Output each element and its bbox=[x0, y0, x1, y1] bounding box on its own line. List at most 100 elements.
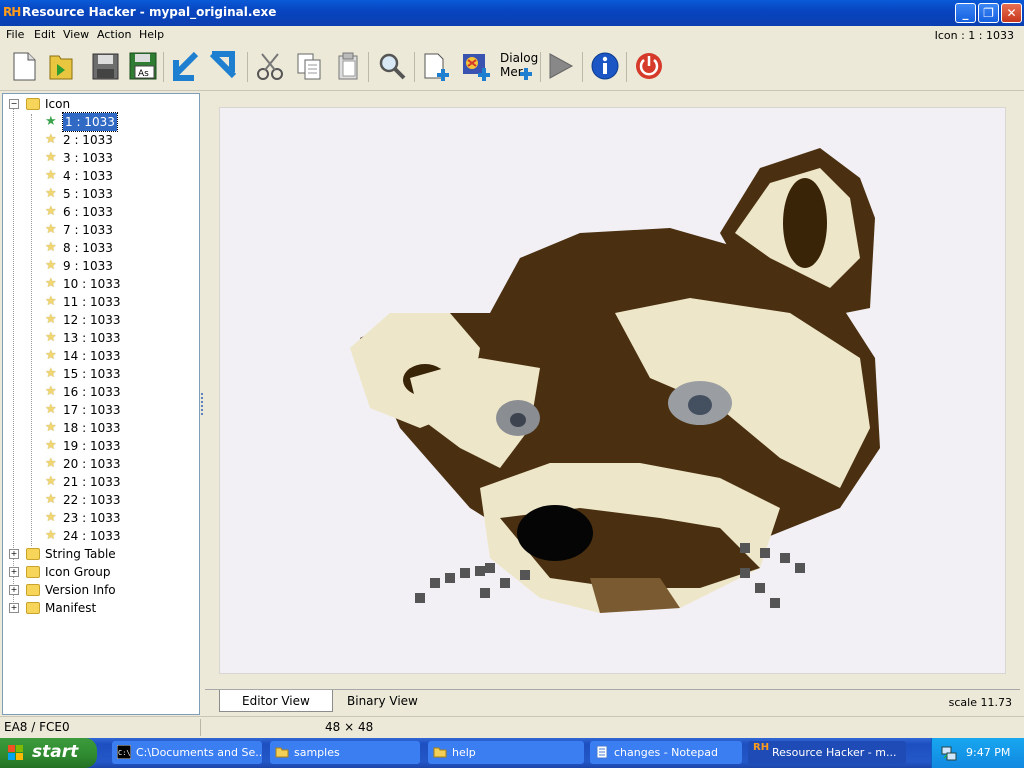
expand-icon[interactable]: + bbox=[9, 567, 19, 577]
tab-binary-view[interactable]: Binary View bbox=[325, 690, 440, 712]
task-label: Resource Hacker - m... bbox=[772, 746, 897, 759]
notepad-icon bbox=[596, 745, 608, 759]
tree-item-label: 8 : 1033 bbox=[63, 241, 113, 255]
folder-icon bbox=[26, 548, 40, 560]
folder-icon bbox=[275, 747, 289, 758]
tree-item-label: 21 : 1033 bbox=[63, 475, 121, 489]
save-icon[interactable] bbox=[89, 50, 121, 82]
find-icon[interactable] bbox=[376, 50, 408, 82]
star-icon: ★ bbox=[45, 132, 57, 147]
svg-text:As: As bbox=[138, 69, 149, 79]
add-resource-icon[interactable] bbox=[421, 50, 453, 82]
window-title: Resource Hacker - mypal_original.exe bbox=[22, 5, 277, 19]
collapse-icon[interactable]: − bbox=[9, 99, 19, 109]
taskbar: start C:\ C:\Documents and Se... samples… bbox=[0, 738, 1024, 768]
tree-item-label: 24 : 1033 bbox=[63, 529, 121, 543]
tree-item-label: 9 : 1033 bbox=[63, 259, 113, 273]
star-icon: ★ bbox=[45, 384, 57, 399]
resource-hacker-app-icon: RH bbox=[3, 5, 21, 19]
task-label: changes - Notepad bbox=[614, 746, 718, 759]
status-position: EA8 / FCE0 bbox=[4, 720, 70, 734]
menu-file[interactable]: File bbox=[6, 28, 24, 41]
star-icon: ★ bbox=[45, 150, 57, 165]
add-image-icon[interactable] bbox=[460, 50, 492, 82]
export-icon[interactable] bbox=[208, 50, 240, 82]
tree-item-label: 4 : 1033 bbox=[63, 169, 113, 183]
menu-view[interactable]: View bbox=[63, 28, 89, 41]
tab-editor-view[interactable]: Editor View bbox=[219, 690, 333, 712]
menu-help[interactable]: Help bbox=[139, 28, 164, 41]
tree-node-label: Version Info bbox=[45, 583, 116, 597]
task-resource-hacker[interactable]: RH Resource Hacker - m... bbox=[748, 741, 906, 764]
clock: 9:47 PM bbox=[966, 746, 1011, 759]
import-icon[interactable] bbox=[170, 50, 202, 82]
star-icon: ★ bbox=[45, 222, 57, 237]
power-icon[interactable] bbox=[633, 50, 665, 82]
open-icon[interactable] bbox=[45, 50, 77, 82]
folder-open-icon bbox=[26, 98, 40, 110]
tree-item-label: 1 : 1033 bbox=[62, 112, 118, 132]
tree-item-label: 7 : 1033 bbox=[63, 223, 113, 237]
star-icon: ★ bbox=[45, 474, 57, 489]
task-label: C:\Documents and Se... bbox=[136, 746, 262, 759]
expand-icon[interactable]: + bbox=[9, 603, 19, 613]
tree-item-label: 16 : 1033 bbox=[63, 385, 121, 399]
restore-button[interactable]: ❐ bbox=[978, 3, 999, 23]
new-file-icon[interactable] bbox=[8, 50, 40, 82]
star-icon: ★ bbox=[45, 204, 57, 219]
resource-tree[interactable]: − Icon ★ 1 : 1033 ★ 2 : 1033 ★ 3 : 1033 ★ 4 : 1… bbox=[2, 93, 200, 715]
star-icon: ★ bbox=[45, 402, 57, 417]
toolbar: As Dialog Mer bbox=[0, 44, 1024, 91]
status-dimensions: 48 × 48 bbox=[325, 720, 374, 734]
start-label: start bbox=[32, 742, 79, 762]
star-icon: ★ bbox=[45, 114, 57, 129]
copy-icon[interactable] bbox=[293, 50, 325, 82]
save-as-icon[interactable]: As bbox=[127, 50, 159, 82]
icon-preview-canvas[interactable] bbox=[219, 107, 1006, 674]
panel-splitter[interactable] bbox=[200, 93, 204, 715]
paste-icon[interactable] bbox=[332, 50, 364, 82]
svg-text:C:\: C:\ bbox=[118, 749, 131, 757]
start-button[interactable]: start bbox=[0, 738, 97, 768]
tree-item-label: 15 : 1033 bbox=[63, 367, 121, 381]
dialog-merger-icon[interactable]: Dialog Mer bbox=[498, 50, 539, 82]
network-icon[interactable] bbox=[941, 745, 957, 761]
tree-item-label: 23 : 1033 bbox=[63, 511, 121, 525]
system-tray: 9:47 PM bbox=[931, 738, 1024, 768]
task-cmd[interactable]: C:\ C:\Documents and Se... bbox=[112, 741, 262, 764]
expand-icon[interactable]: + bbox=[9, 549, 19, 559]
star-icon: ★ bbox=[45, 276, 57, 291]
tree-item-label: 17 : 1033 bbox=[63, 403, 121, 417]
folder-icon bbox=[433, 747, 447, 758]
expand-icon[interactable]: + bbox=[9, 585, 19, 595]
star-icon: ★ bbox=[45, 168, 57, 183]
tree-item-label: 20 : 1033 bbox=[63, 457, 121, 471]
star-icon: ★ bbox=[45, 330, 57, 345]
star-icon: ★ bbox=[45, 348, 57, 363]
dialog-merger-line1: Dialog bbox=[500, 51, 539, 65]
info-icon[interactable] bbox=[589, 50, 621, 82]
star-icon: ★ bbox=[45, 294, 57, 309]
compile-icon[interactable] bbox=[545, 50, 577, 82]
star-icon: ★ bbox=[45, 186, 57, 201]
star-icon: ★ bbox=[45, 456, 57, 471]
star-icon: ★ bbox=[45, 510, 57, 525]
folder-icon bbox=[26, 602, 40, 614]
minimize-button[interactable]: _ bbox=[955, 3, 976, 23]
star-icon: ★ bbox=[45, 528, 57, 543]
editor-tabs: Editor View Binary View scale 11.73 bbox=[205, 689, 1020, 716]
task-help[interactable]: help bbox=[428, 741, 584, 764]
star-icon: ★ bbox=[45, 240, 57, 255]
tree-item-label: 12 : 1033 bbox=[63, 313, 121, 327]
close-button[interactable]: ✕ bbox=[1001, 3, 1022, 23]
task-notepad[interactable]: changes - Notepad bbox=[590, 741, 742, 764]
tree-node-label: String Table bbox=[45, 547, 116, 561]
tree-item-label: 2 : 1033 bbox=[63, 133, 113, 147]
menu-action[interactable]: Action bbox=[97, 28, 131, 41]
menu-edit[interactable]: Edit bbox=[34, 28, 55, 41]
cut-icon[interactable] bbox=[254, 50, 286, 82]
task-samples[interactable]: samples bbox=[270, 741, 420, 764]
star-icon: ★ bbox=[45, 366, 57, 381]
tree-item-label: 14 : 1033 bbox=[63, 349, 121, 363]
resource-hacker-icon: RH bbox=[753, 742, 770, 753]
